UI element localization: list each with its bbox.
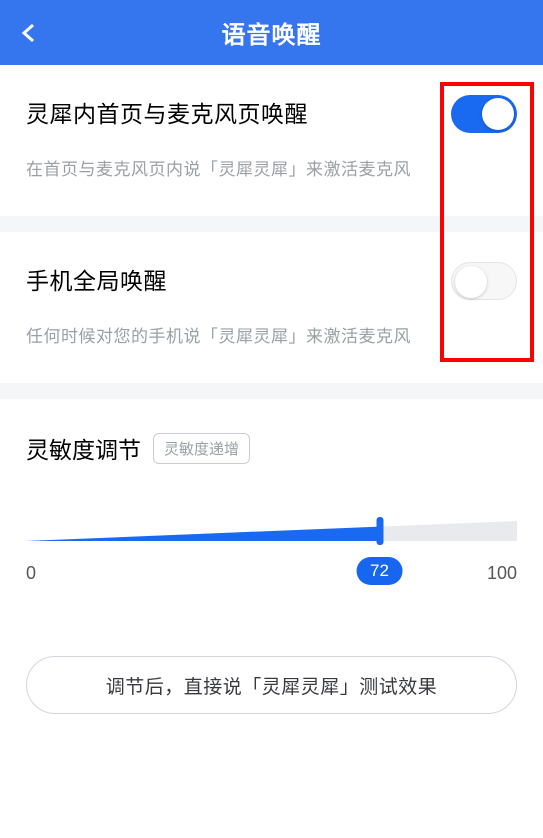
back-button[interactable] (18, 21, 42, 45)
slider-track-progress (26, 521, 380, 541)
arrow-left-icon (20, 23, 40, 43)
inapp-wake-subtitle: 在首页与麦克风页内说「灵犀灵犀」来激活麦克风 (26, 155, 517, 180)
section-inapp-wake: 灵犀内首页与麦克风页唤醒 在首页与麦克风页内说「灵犀灵犀」来激活麦克风 (0, 65, 543, 216)
section-global-wake: 手机全局唤醒 任何时候对您的手机说「灵犀灵犀」来激活麦克风 (0, 232, 543, 383)
test-button[interactable]: 调节后，直接说「灵犀灵犀」测试效果 (26, 656, 517, 714)
inapp-wake-title: 灵犀内首页与麦克风页唤醒 (26, 95, 451, 129)
global-wake-title: 手机全局唤醒 (26, 262, 451, 296)
sensitivity-slider[interactable]: 72 (26, 513, 517, 541)
sensitivity-title: 灵敏度调节 (26, 431, 141, 465)
sensitivity-badge: 灵敏度递增 (153, 433, 250, 464)
page-title: 语音唤醒 (222, 15, 322, 50)
global-wake-toggle[interactable] (451, 262, 517, 300)
toggle-knob (455, 266, 487, 298)
slider-min: 0 (26, 563, 36, 584)
divider (0, 383, 543, 399)
sensitivity-section: 灵敏度调节 灵敏度递增 72 0 100 (0, 399, 543, 584)
toggle-knob (482, 98, 514, 130)
slider-value-pill: 72 (356, 557, 403, 585)
global-wake-subtitle: 任何时候对您的手机说「灵犀灵犀」来激活麦克风 (26, 322, 517, 347)
slider-max: 100 (487, 563, 517, 584)
header: 语音唤醒 (0, 0, 543, 65)
inapp-wake-toggle[interactable] (451, 95, 517, 133)
slider-thumb[interactable] (376, 517, 383, 545)
divider (0, 216, 543, 232)
